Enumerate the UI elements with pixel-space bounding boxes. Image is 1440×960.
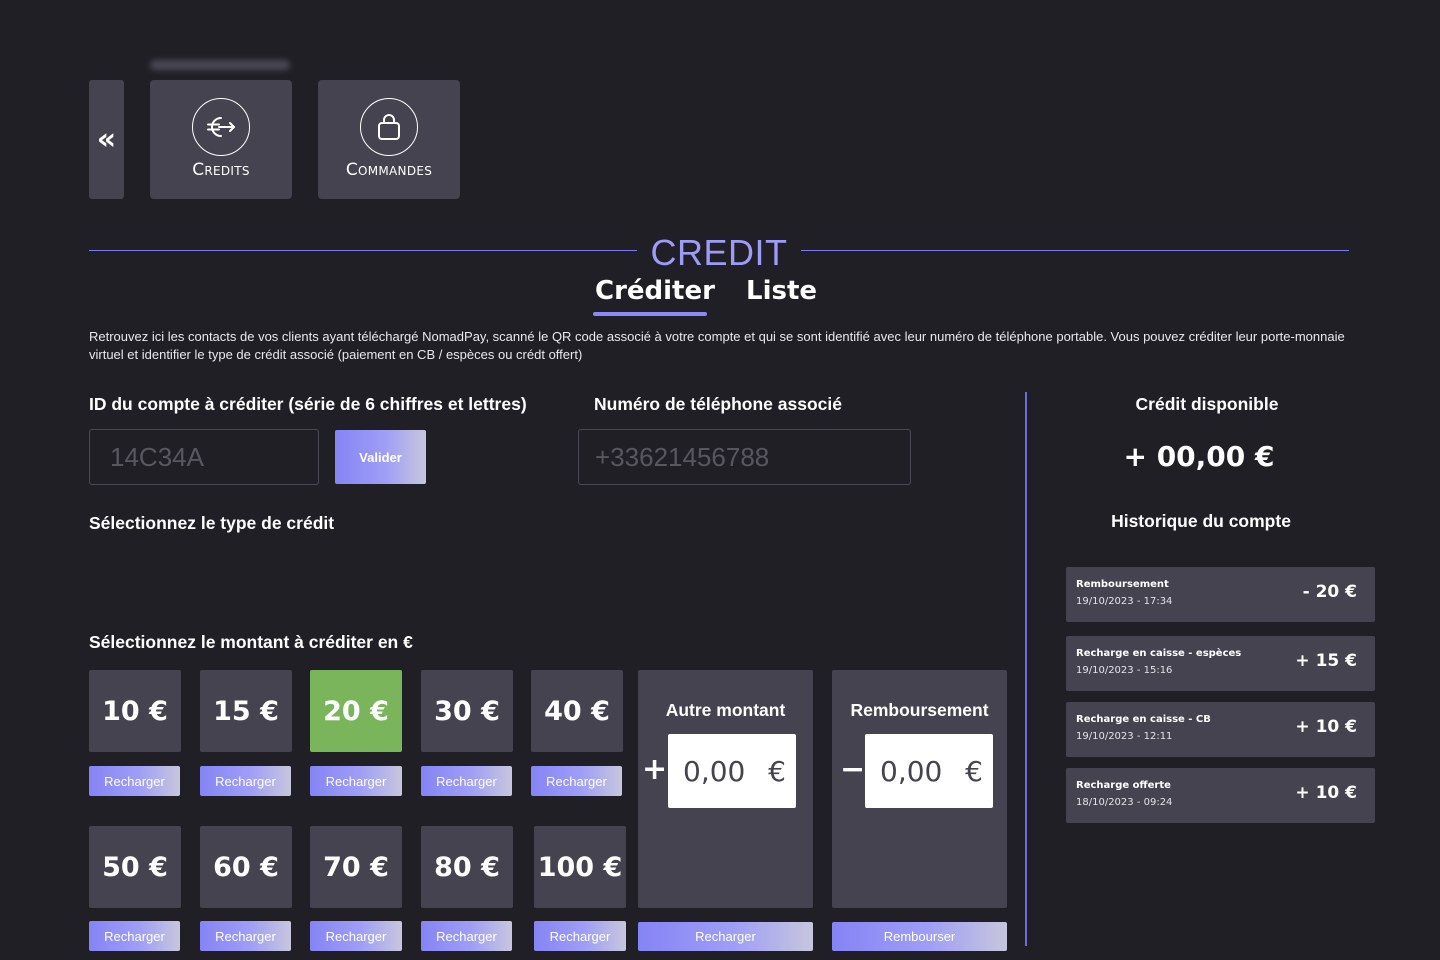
history-item-amount: + 15 € bbox=[1295, 651, 1357, 671]
refund-title: Remboursement bbox=[850, 700, 989, 720]
amount-tile-20[interactable]: 20 € bbox=[310, 670, 402, 752]
amount-tile-10[interactable]: 10 € bbox=[89, 670, 181, 752]
vertical-divider bbox=[1025, 392, 1027, 946]
history-item-date: 19/10/2023 - 17:34 bbox=[1076, 596, 1173, 607]
refund-amount-input[interactable]: 0,00 € bbox=[865, 734, 993, 808]
nav-credits-label: Credits bbox=[192, 160, 250, 180]
history-item-amount: + 10 € bbox=[1295, 717, 1357, 737]
custom-amount-currency: € bbox=[768, 754, 786, 788]
nav-commandes-button[interactable]: Commandes bbox=[318, 80, 460, 199]
history-item: Recharge en caisse - CB 19/10/2023 - 12:… bbox=[1066, 702, 1375, 757]
euro-exchange-icon bbox=[192, 98, 250, 156]
history-item-type: Remboursement bbox=[1076, 579, 1169, 590]
history-item-amount: + 10 € bbox=[1295, 783, 1357, 803]
history-item: Recharge offerte 18/10/2023 - 09:24 + 10… bbox=[1066, 768, 1375, 823]
nav-credits-button[interactable]: Credits bbox=[150, 80, 292, 199]
history-item: Remboursement 19/10/2023 - 17:34 - 20 € bbox=[1066, 567, 1375, 622]
refund-amount-value: 0,00 bbox=[880, 754, 943, 788]
title-divider-right bbox=[801, 250, 1349, 251]
history-item: Recharge en caisse - espèces 19/10/2023 … bbox=[1066, 636, 1375, 691]
recharge-button-80[interactable]: Recharger bbox=[421, 921, 512, 951]
history-item-type: Recharge en caisse - espèces bbox=[1076, 648, 1242, 659]
history-item-type: Recharge offerte bbox=[1076, 780, 1171, 791]
phone-label: Numéro de téléphone associé bbox=[594, 394, 842, 414]
amount-label: Sélectionnez le montant à créditer en € bbox=[89, 632, 413, 652]
history-item-type: Recharge en caisse - CB bbox=[1076, 714, 1211, 725]
double-chevron-left-icon: « bbox=[96, 122, 117, 157]
recharge-button-40[interactable]: Recharger bbox=[531, 766, 622, 796]
history-title: Historique du compte bbox=[1111, 511, 1291, 531]
custom-amount-value: 0,00 bbox=[683, 754, 746, 788]
recharge-button-10[interactable]: Recharger bbox=[89, 766, 180, 796]
blurred-label bbox=[150, 60, 290, 70]
recharge-button-15[interactable]: Recharger bbox=[200, 766, 291, 796]
tab-crediter[interactable]: Créditer bbox=[595, 276, 715, 306]
back-button[interactable]: « bbox=[89, 80, 124, 199]
refund-button[interactable]: Rembourser bbox=[832, 922, 1007, 951]
account-id-input[interactable] bbox=[89, 429, 319, 485]
amount-tile-40[interactable]: 40 € bbox=[531, 670, 623, 752]
amount-tile-50[interactable]: 50 € bbox=[89, 826, 181, 908]
amount-tile-15[interactable]: 15 € bbox=[200, 670, 292, 752]
recharge-button-20[interactable]: Recharger bbox=[310, 766, 402, 796]
shopping-bag-icon bbox=[360, 98, 418, 156]
history-item-date: 18/10/2023 - 09:24 bbox=[1076, 797, 1173, 808]
available-credit-label: Crédit disponible bbox=[1135, 394, 1279, 414]
phone-input[interactable] bbox=[578, 429, 911, 485]
section-description: Retrouvez ici les contacts de vos client… bbox=[89, 329, 1345, 362]
recharge-button-50[interactable]: Recharger bbox=[89, 921, 180, 951]
credit-type-label: Sélectionnez le type de crédit bbox=[89, 513, 335, 533]
available-credit-value: + 00,00 € bbox=[1123, 440, 1275, 473]
amount-tile-70[interactable]: 70 € bbox=[310, 826, 402, 908]
plus-sign: + bbox=[642, 752, 668, 787]
amount-tile-30[interactable]: 30 € bbox=[421, 670, 513, 752]
validate-button[interactable]: Valider bbox=[335, 430, 426, 484]
amount-tile-100[interactable]: 100 € bbox=[534, 826, 626, 908]
custom-amount-title: Autre montant bbox=[665, 700, 786, 720]
custom-amount-input[interactable]: 0,00 € bbox=[668, 734, 796, 808]
amount-tile-80[interactable]: 80 € bbox=[421, 826, 513, 908]
custom-recharge-button[interactable]: Recharger bbox=[638, 922, 813, 951]
page-title: CREDIT bbox=[650, 232, 788, 273]
active-tab-indicator bbox=[593, 312, 707, 316]
history-item-date: 19/10/2023 - 15:16 bbox=[1076, 665, 1173, 676]
refund-panel: Remboursement − 0,00 € bbox=[832, 670, 1007, 908]
custom-amount-panel: Autre montant + 0,00 € bbox=[638, 670, 813, 908]
history-item-amount: - 20 € bbox=[1302, 582, 1357, 602]
account-id-label: ID du compte à créditer (série de 6 chif… bbox=[89, 394, 527, 414]
minus-sign: − bbox=[840, 752, 866, 787]
amount-tile-60[interactable]: 60 € bbox=[200, 826, 292, 908]
refund-amount-currency: € bbox=[965, 754, 983, 788]
nav-commandes-label: Commandes bbox=[345, 160, 433, 180]
history-item-date: 19/10/2023 - 12:11 bbox=[1076, 731, 1173, 742]
recharge-button-100[interactable]: Recharger bbox=[534, 921, 626, 951]
recharge-button-30[interactable]: Recharger bbox=[421, 766, 512, 796]
tab-liste[interactable]: Liste bbox=[746, 276, 817, 306]
recharge-button-70[interactable]: Recharger bbox=[310, 921, 402, 951]
recharge-button-60[interactable]: Recharger bbox=[200, 921, 291, 951]
section-header: CREDIT bbox=[89, 232, 1349, 273]
